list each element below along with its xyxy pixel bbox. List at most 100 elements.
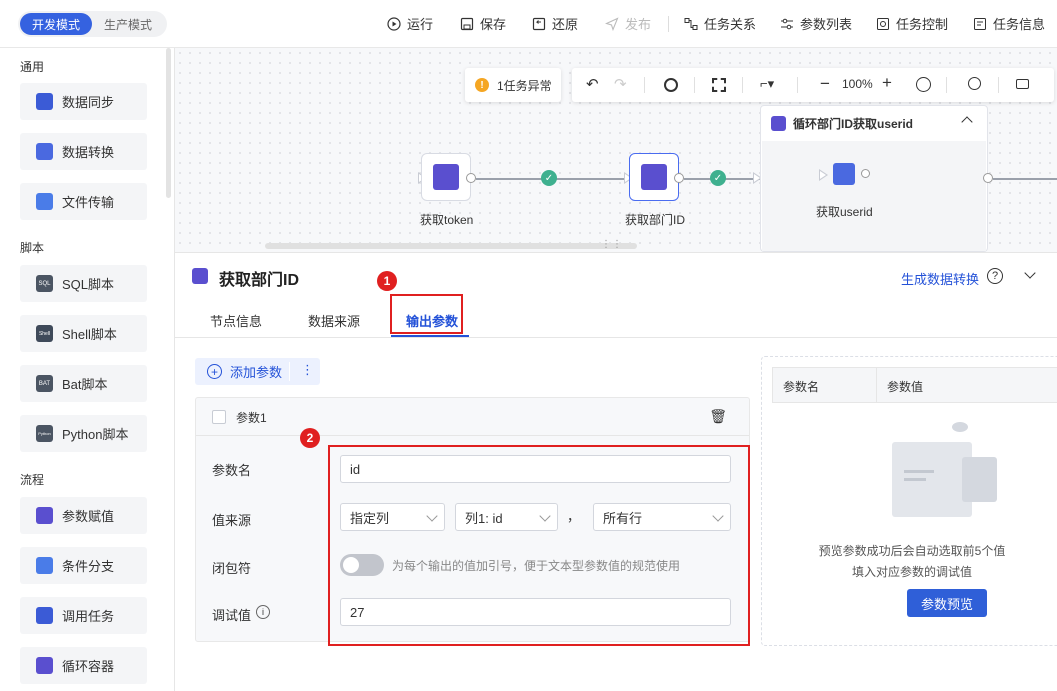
save-icon <box>460 17 474 30</box>
node-output-port[interactable] <box>861 169 870 178</box>
python-icon: Python <box>36 425 53 442</box>
task-relation-label: 任务关系 <box>704 17 757 32</box>
flow-canvas[interactable]: ! 1任务异常 ↶ ↷ ⌐▾ − 100% + 获取token ✓ 获取部门ID… <box>175 48 1057 252</box>
trash-icon[interactable]: 🗑 <box>709 408 727 425</box>
info-icon[interactable]: i <box>256 605 270 619</box>
param-list-button[interactable]: 参数列表 <box>780 14 852 33</box>
canvas-scrollbar[interactable] <box>265 243 637 249</box>
restore-button[interactable]: 还原 <box>532 14 578 33</box>
sidebar-item-file-transfer[interactable]: 文件传输 <box>20 183 147 220</box>
node-output-port[interactable] <box>466 173 476 183</box>
sidebar-scrollbar[interactable] <box>166 48 171 198</box>
sidebar-item-bat[interactable]: BAT Bat脚本 <box>20 365 147 402</box>
save-button[interactable]: 保存 <box>460 14 506 33</box>
node-config-panel: 获取部门ID 1 生成数据转换 ? 节点信息 数据来源 输出参数 + 添加参数 … <box>175 252 1057 691</box>
mode-dev-button[interactable]: 开发模式 <box>20 13 92 35</box>
task-info-button[interactable]: 任务信息 <box>973 14 1045 33</box>
layout-icon[interactable] <box>664 78 678 92</box>
empty-box-illustration <box>892 422 1000 517</box>
node-get-userid[interactable] <box>823 153 865 195</box>
value-source-label: 值来源 <box>212 513 252 528</box>
gen-transform-link[interactable]: 生成数据转换 <box>901 269 979 288</box>
publish-label: 发布 <box>625 17 652 32</box>
sidebar-item-label: 参数赋值 <box>62 509 115 524</box>
task-control-label: 任务控制 <box>896 17 949 32</box>
sidebar-item-label: 调用任务 <box>62 609 115 624</box>
sidebar-item-loop[interactable]: 循环容器 <box>20 647 147 684</box>
tab-node-info[interactable]: 节点信息 <box>210 311 262 330</box>
sidebar-item-sql[interactable]: SQL SQL脚本 <box>20 265 147 302</box>
sidebar-item-label: 数据转换 <box>62 145 115 160</box>
loop-icon <box>771 116 786 131</box>
param-list-label: 参数列表 <box>800 17 853 32</box>
locate-icon[interactable] <box>916 77 931 92</box>
sidebar-item-label: Bat脚本 <box>62 377 108 392</box>
resize-handle-icon[interactable]: ⋮⋮ <box>601 239 623 250</box>
connector-style-icon[interactable]: ⌐▾ <box>760 76 774 92</box>
fit-view-icon[interactable] <box>712 78 726 92</box>
task-relation-button[interactable]: 任务关系 <box>684 14 756 33</box>
toolbar-divider <box>797 77 798 93</box>
plus-circle-icon: + <box>207 364 222 379</box>
play-icon <box>387 16 401 31</box>
sidebar-item-condition[interactable]: 条件分支 <box>20 547 147 584</box>
annotation-badge: 1 <box>377 271 397 291</box>
param-assign-icon <box>433 164 459 190</box>
zoom-out-icon[interactable]: − <box>820 74 830 94</box>
loop-body <box>762 141 986 251</box>
node-label: 获取部门ID <box>625 213 686 227</box>
alert-pill[interactable]: ! 1任务异常 <box>465 68 561 102</box>
param-assign-icon <box>36 507 53 524</box>
chevron-down-icon[interactable] <box>1024 267 1036 279</box>
section-title-script: 脚本 <box>20 241 45 255</box>
success-check-icon: ✓ <box>710 170 726 186</box>
loop-container[interactable]: 循环部门ID获取userid 获取userid <box>760 105 988 252</box>
sidebar-item-data-transform[interactable]: 数据转换 <box>20 133 147 170</box>
sidebar-item-label: 数据同步 <box>62 95 115 110</box>
minimap-icon[interactable] <box>1016 79 1029 89</box>
tab-data-source[interactable]: 数据来源 <box>308 311 360 330</box>
data-transform-icon <box>833 163 855 185</box>
param-checkbox[interactable] <box>212 410 226 424</box>
top-toolbar: 开发模式 生产模式 运行 保存 还原 发布 任务关系 参数列表 任务控制 任务信… <box>0 0 1057 48</box>
preview-hint-line2: 填入对应参数的调试值 <box>851 565 972 579</box>
param-preview-button[interactable]: 参数预览 <box>907 589 987 617</box>
collapse-icon[interactable] <box>961 116 973 128</box>
info-doc-icon <box>974 17 986 30</box>
warning-icon: ! <box>475 78 489 92</box>
param-card-header: 参数1 🗑 <box>196 398 749 436</box>
add-param-button[interactable]: + 添加参数 ⋮ <box>195 358 320 385</box>
search-icon[interactable] <box>968 77 981 90</box>
param-assign-icon <box>641 164 667 190</box>
task-control-button[interactable]: 任务控制 <box>876 14 948 33</box>
sidebar-item-param-assign[interactable]: 参数赋值 <box>20 497 147 534</box>
data-transform-icon <box>36 143 53 160</box>
mode-prod-button[interactable]: 生产模式 <box>92 13 164 35</box>
sliders-icon <box>781 18 793 29</box>
loop-icon <box>36 657 53 674</box>
restore-label: 还原 <box>552 17 579 32</box>
undo-icon[interactable]: ↶ <box>586 75 599 93</box>
section-title-flow: 流程 <box>20 473 45 487</box>
redo-icon[interactable]: ↷ <box>614 75 627 93</box>
run-button[interactable]: 运行 <box>387 14 433 33</box>
sidebar-item-python[interactable]: Python Python脚本 <box>20 415 147 452</box>
send-icon <box>605 16 619 31</box>
node-get-dept-id[interactable] <box>629 153 679 201</box>
zoom-in-icon[interactable]: + <box>882 73 892 93</box>
param-assign-icon <box>192 268 208 284</box>
run-label: 运行 <box>407 17 434 32</box>
publish-button[interactable]: 发布 <box>605 14 651 33</box>
node-label: 获取userid <box>816 205 873 219</box>
sidebar-item-shell[interactable]: Shell Shell脚本 <box>20 315 147 352</box>
node-output-port[interactable] <box>674 173 684 183</box>
col-param-name: 参数名 <box>783 380 820 394</box>
sidebar-item-label: 条件分支 <box>62 559 115 574</box>
sidebar-item-call-task[interactable]: 调用任务 <box>20 597 147 634</box>
sidebar-item-data-sync[interactable]: 数据同步 <box>20 83 147 120</box>
more-vertical-icon[interactable]: ⋮ <box>301 362 314 378</box>
node-get-token[interactable] <box>421 153 471 201</box>
help-icon[interactable]: ? <box>987 268 1003 284</box>
loop-output-port[interactable] <box>983 173 993 183</box>
closure-label: 闭包符 <box>212 561 252 576</box>
